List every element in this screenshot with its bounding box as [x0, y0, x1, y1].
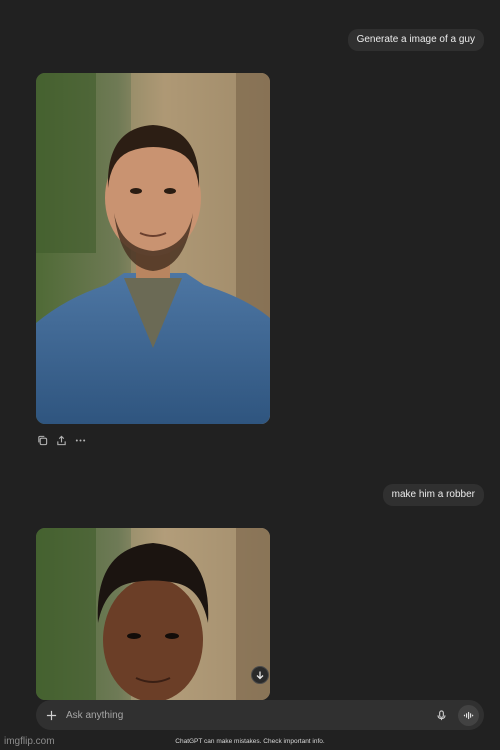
- chat-page: Generate a image of a guy make him a rob…: [0, 0, 500, 750]
- user-message-bubble: Generate a image of a guy: [347, 29, 484, 51]
- disclaimer-text: ChatGPT can make mistakes. Check importa…: [175, 738, 325, 745]
- portrait-image-guy: [36, 73, 270, 424]
- voice-mode-button[interactable]: [458, 704, 479, 726]
- scroll-down-button[interactable]: [251, 666, 269, 684]
- voice-mode-icon: [463, 711, 474, 719]
- more-icon[interactable]: [74, 434, 86, 446]
- user-message-text: make him a robber: [391, 489, 475, 500]
- user-message-bubble: make him a robber: [382, 484, 484, 506]
- prompt-input[interactable]: [66, 705, 434, 725]
- generated-image[interactable]: [36, 528, 270, 700]
- mic-icon[interactable]: [434, 708, 448, 722]
- arrow-down-icon: [256, 671, 264, 680]
- composer: [36, 700, 484, 730]
- watermark: imgflip.com: [4, 736, 55, 747]
- generated-image[interactable]: [36, 73, 270, 424]
- user-message-text: Generate a image of a guy: [356, 34, 475, 45]
- plus-icon[interactable]: [44, 708, 58, 722]
- portrait-image-robber: [36, 528, 270, 700]
- message-actions: [36, 434, 86, 446]
- share-icon[interactable]: [55, 434, 67, 446]
- copy-icon[interactable]: [36, 434, 48, 446]
